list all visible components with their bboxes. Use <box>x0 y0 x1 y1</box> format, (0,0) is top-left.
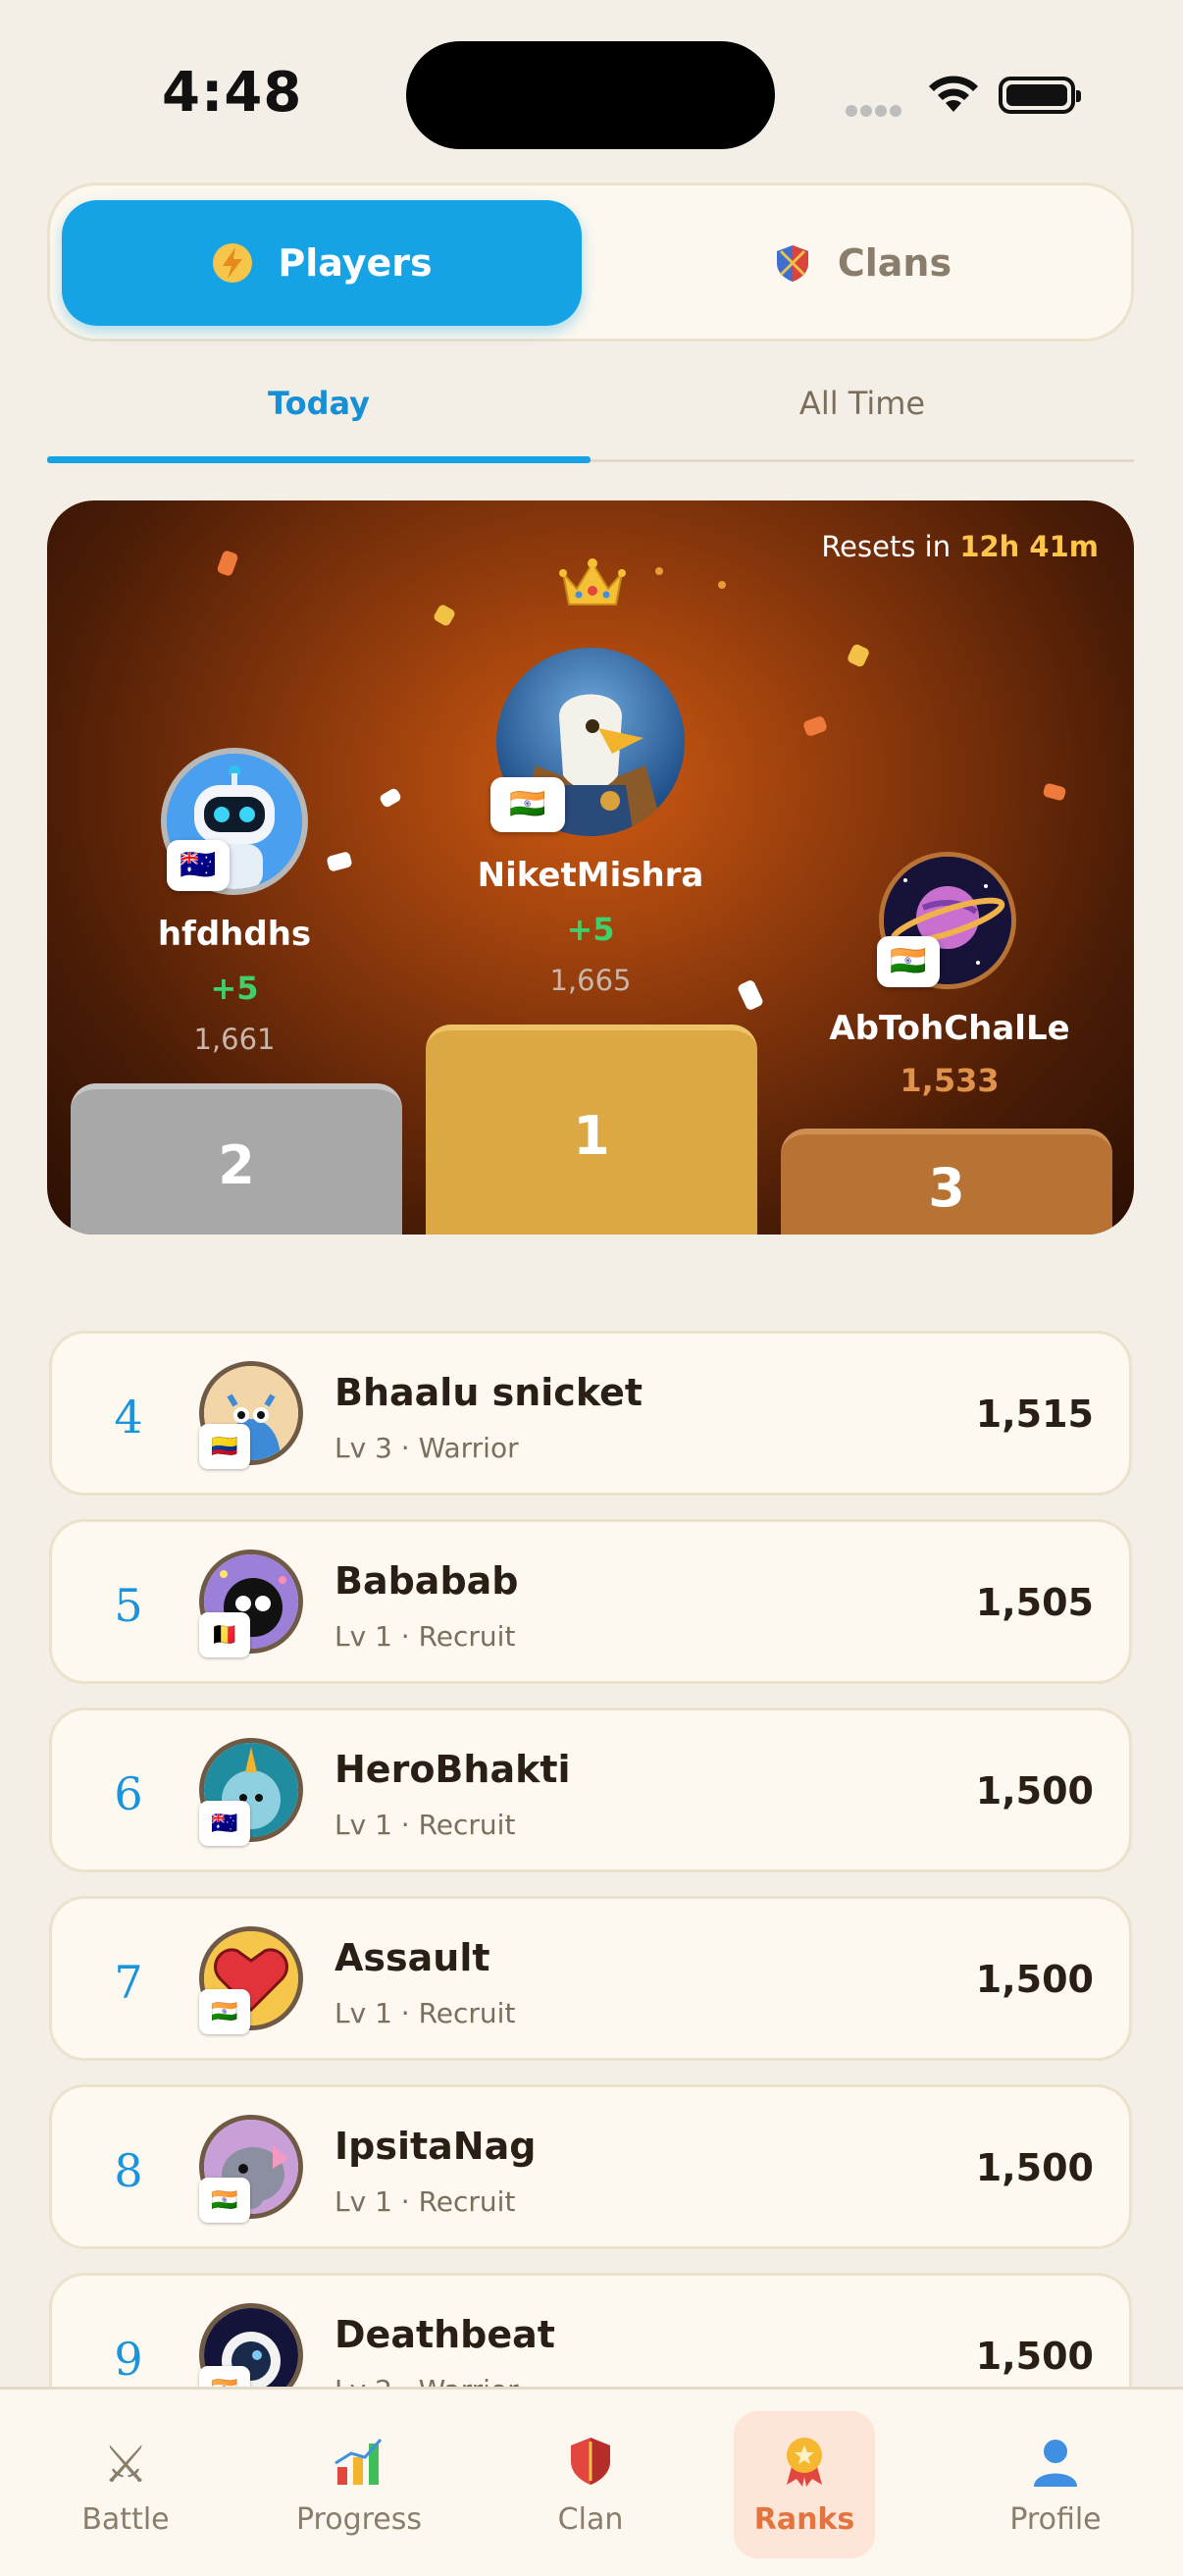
row-name: Assault <box>334 1936 490 1979</box>
row-score: 1,505 <box>975 1581 1094 1624</box>
row-rank: 6 <box>114 1767 143 1820</box>
row-flag: 🇮🇳 <box>199 1989 250 2034</box>
nav-clan-label: Clan <box>557 2501 624 2537</box>
lightning-bolt-icon <box>211 241 254 285</box>
battery-icon <box>999 77 1081 114</box>
row-level: Lv 3 · Warrior <box>334 1432 519 1464</box>
row-flag: 🇧🇪 <box>199 1612 250 1657</box>
leaderboard-row[interactable]: 6 🇦🇺 HeroBhakti Lv 1 · Recruit 1,500 <box>49 1708 1132 1872</box>
confetti-piece <box>846 643 871 668</box>
podium-card: Resets in 12h 41m 🇮🇳 NiketMishra +5 1,66… <box>47 500 1134 1235</box>
reset-timer: Resets in 12h 41m <box>821 530 1099 563</box>
second-place-name: hfdhdhs <box>157 915 312 954</box>
row-rank: 5 <box>114 1579 143 1632</box>
row-flag: 🇨🇴 <box>199 1424 250 1469</box>
clans-tab-button[interactable]: Clans <box>601 200 1121 326</box>
players-clans-toggle: Players Clans <box>47 183 1134 342</box>
players-tab-label: Players <box>278 241 433 285</box>
row-rank: 8 <box>114 2144 143 2197</box>
first-place-name: NiketMishra <box>477 856 704 895</box>
nav-ranks-label: Ranks <box>753 2501 855 2537</box>
row-name: Bhaalu snicket <box>334 1371 643 1414</box>
first-place-score: 1,665 <box>549 964 632 997</box>
third-place-name: AbTohChalLe <box>829 1009 1070 1048</box>
tab-today[interactable]: Today <box>47 385 591 422</box>
nav-progress[interactable]: Progress <box>271 2411 447 2558</box>
row-rank: 4 <box>114 1391 143 1444</box>
leaderboard-row[interactable]: 7 🇮🇳 Assault Lv 1 · Recruit 1,500 <box>49 1896 1132 2061</box>
bar-chart-icon <box>332 2434 386 2497</box>
reset-timer-prefix: Resets in <box>821 530 952 563</box>
row-score: 1,500 <box>975 2335 1094 2378</box>
confetti-piece <box>216 549 239 578</box>
second-place-flag: 🇦🇺 <box>167 840 230 891</box>
first-place-flag: 🇮🇳 <box>490 777 565 832</box>
nav-profile[interactable]: Profile <box>967 2411 1144 2558</box>
podium-block-second: 2 <box>71 1083 402 1235</box>
row-name: Deathbeat <box>334 2313 555 2356</box>
nav-clan[interactable]: Clan <box>502 2411 679 2558</box>
podium-block-third: 3 <box>781 1129 1112 1235</box>
row-name: HeroBhakti <box>334 1748 571 1791</box>
medal-icon <box>777 2434 832 2497</box>
tab-active-indicator <box>47 456 591 463</box>
confetti-piece <box>736 978 765 1012</box>
crossed-swords-icon: ⚔ <box>102 2435 149 2495</box>
second-place-score: 1,661 <box>193 1023 276 1056</box>
second-place-gain: +5 <box>210 970 259 1007</box>
row-rank: 9 <box>114 2333 143 2386</box>
leaderboard-row[interactable]: 8 🇮🇳 IpsitaNag Lv 1 · Recruit 1,500 <box>49 2084 1132 2249</box>
cellular-signal-icon <box>846 102 904 121</box>
person-icon <box>1028 2434 1083 2497</box>
status-time: 4:48 <box>162 61 303 125</box>
confetti-piece <box>1042 782 1067 802</box>
tab-all-time[interactable]: All Time <box>591 385 1134 422</box>
dynamic-island <box>406 41 775 149</box>
row-level: Lv 1 · Recruit <box>334 2185 516 2218</box>
row-name: IpsitaNag <box>334 2125 537 2168</box>
row-name: Bababab <box>334 1559 519 1603</box>
shield-swords-icon <box>771 241 814 285</box>
nav-profile-label: Profile <box>1009 2501 1102 2537</box>
podium-block-first: 1 <box>426 1025 757 1235</box>
nav-battle[interactable]: ⚔ Battle <box>37 2411 214 2558</box>
nav-battle-label: Battle <box>81 2501 170 2537</box>
row-score: 1,500 <box>975 1958 1094 2001</box>
leaderboard-row[interactable]: 5 🇧🇪 Bababab Lv 1 · Recruit 1,505 <box>49 1519 1132 1684</box>
nav-progress-label: Progress <box>295 2501 423 2537</box>
third-place-flag: 🇮🇳 <box>877 936 940 987</box>
bottom-nav: ⚔ Battle Progress Clan Ranks Profile <box>0 2387 1183 2576</box>
row-rank: 7 <box>114 1956 143 2009</box>
first-place-gain: +5 <box>566 911 615 948</box>
clans-tab-label: Clans <box>837 241 952 285</box>
confetti-piece <box>326 851 353 872</box>
row-score: 1,500 <box>975 2146 1094 2189</box>
row-flag: 🇦🇺 <box>199 1801 250 1846</box>
leaderboard-row[interactable]: 4 🇨🇴 Bhaalu snicket Lv 3 · Warrior 1,515 <box>49 1331 1132 1496</box>
reset-timer-value: 12h 41m <box>959 530 1099 563</box>
row-level: Lv 1 · Recruit <box>334 1997 516 2029</box>
shield-icon <box>563 2434 618 2497</box>
row-level: Lv 1 · Recruit <box>334 1809 516 1841</box>
nav-ranks[interactable]: Ranks <box>734 2411 875 2558</box>
row-score: 1,500 <box>975 1769 1094 1813</box>
confetti-piece <box>378 786 403 810</box>
confetti-piece <box>432 603 457 628</box>
wifi-icon <box>929 76 978 112</box>
crown-icon <box>559 558 626 605</box>
row-score: 1,515 <box>975 1393 1094 1436</box>
third-place-score: 1,533 <box>900 1062 1000 1099</box>
row-level: Lv 1 · Recruit <box>334 1620 516 1653</box>
confetti-piece <box>655 567 663 575</box>
confetti-piece <box>801 714 829 738</box>
confetti-piece <box>718 581 726 589</box>
row-flag: 🇮🇳 <box>199 2178 250 2223</box>
players-tab-button[interactable]: Players <box>62 200 582 326</box>
